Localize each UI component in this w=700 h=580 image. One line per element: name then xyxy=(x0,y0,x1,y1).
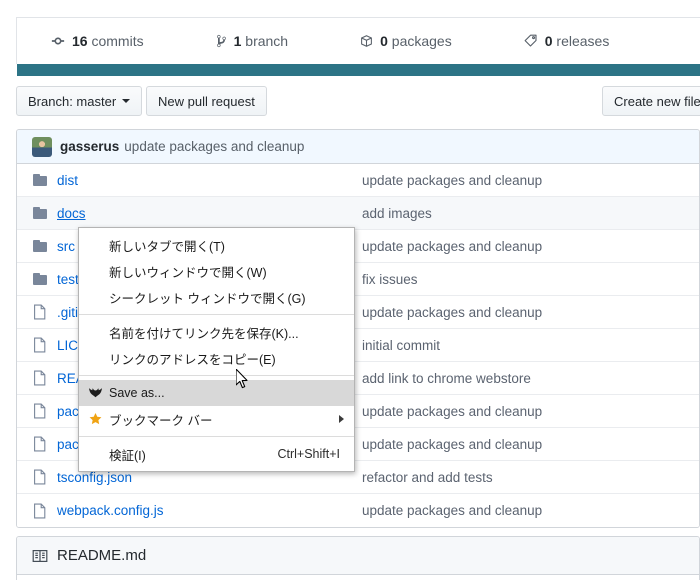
menu-item-label: シークレット ウィンドウで開く(G) xyxy=(109,291,306,306)
book-icon xyxy=(32,548,48,564)
latest-commit-author[interactable]: gasserus xyxy=(60,139,119,154)
commit-message-cell[interactable]: update packages and cleanup xyxy=(362,404,542,419)
file-link[interactable]: docs xyxy=(57,206,86,221)
chevron-down-icon xyxy=(122,99,131,103)
menu-item-label: 新しいタブで開く(T) xyxy=(109,239,225,254)
commit-message-cell[interactable]: update packages and cleanup xyxy=(362,173,542,188)
menu-item-copy-link-address[interactable]: リンクのアドレスをコピー(E) xyxy=(79,345,354,371)
commit-message-cell[interactable]: refactor and add tests xyxy=(362,470,493,485)
file-link[interactable]: webpack.config.js xyxy=(57,503,164,518)
commit-message-cell[interactable]: update packages and cleanup xyxy=(362,437,542,452)
repo-stats-bar: 16 commits 1 branch 0 packages 0 release… xyxy=(16,17,700,64)
menu-item-label: 新しいウィンドウで開く(W) xyxy=(109,265,267,280)
repo-toolbar: Branch: master New pull request Create n… xyxy=(16,86,700,116)
table-row[interactable]: docs add images xyxy=(17,197,699,230)
commit-message-cell[interactable]: update packages and cleanup xyxy=(362,239,542,254)
menu-item-shortcut: Ctrl+Shift+I xyxy=(277,447,340,461)
file-name-cell: webpack.config.js xyxy=(17,503,362,519)
file-link[interactable]: dist xyxy=(57,173,78,188)
commit-message-cell[interactable]: update packages and cleanup xyxy=(362,503,542,518)
menu-item-bookmark-bar[interactable]: ブックマーク バー xyxy=(79,406,354,432)
menu-item-save-as[interactable]: Save as... xyxy=(79,380,354,406)
package-icon xyxy=(360,34,373,48)
file-name-cell: dist xyxy=(17,172,362,188)
file-icon xyxy=(32,436,48,452)
menu-separator xyxy=(79,436,354,437)
file-name-cell: docs xyxy=(17,205,362,221)
browser-context-menu[interactable]: 新しいタブで開く(T) 新しいウィンドウで開く(W) シークレット ウィンドウで開く… xyxy=(78,227,355,472)
stat-packages-label: packages xyxy=(391,33,452,49)
menu-separator xyxy=(79,314,354,315)
new-pull-request-button[interactable]: New pull request xyxy=(146,86,267,116)
menu-item-label: ブックマーク バー xyxy=(109,413,213,428)
file-icon xyxy=(32,403,48,419)
menu-item-inspect[interactable]: 検証(I) Ctrl+Shift+I xyxy=(79,441,354,467)
readme-panel: README.md xyxy=(16,536,700,580)
menu-item-label: リンクのアドレスをコピー(E) xyxy=(109,352,276,367)
file-link[interactable]: src xyxy=(57,239,75,254)
branch-icon xyxy=(216,34,227,48)
stat-releases-count: 0 xyxy=(544,33,553,49)
file-icon xyxy=(32,503,48,519)
commit-message-cell[interactable]: fix issues xyxy=(362,272,418,287)
table-row[interactable]: dist update packages and cleanup xyxy=(17,164,699,197)
stat-commits[interactable]: 16 commits xyxy=(51,34,144,48)
commit-message-cell[interactable]: add link to chrome webstore xyxy=(362,371,531,386)
folder-icon xyxy=(32,172,48,188)
bat-extension-icon xyxy=(81,383,109,403)
folder-icon xyxy=(32,271,48,287)
folder-icon xyxy=(32,238,48,254)
folder-icon xyxy=(32,205,48,221)
commit-message-cell[interactable]: update packages and cleanup xyxy=(362,305,542,320)
language-color-band xyxy=(17,64,700,76)
menu-item-label: 検証(I) xyxy=(109,448,146,463)
latest-commit-row: gasserus update packages and cleanup xyxy=(17,130,699,164)
commit-message-cell[interactable]: initial commit xyxy=(362,338,440,353)
latest-commit-message[interactable]: update packages and cleanup xyxy=(124,139,304,154)
readme-header: README.md xyxy=(17,537,699,575)
tag-icon xyxy=(524,34,538,48)
file-link[interactable]: test xyxy=(57,272,79,287)
stat-commits-label: commits xyxy=(91,33,144,49)
github-repo-page: 16 commits 1 branch 0 packages 0 release… xyxy=(0,0,700,580)
file-icon xyxy=(32,370,48,386)
menu-item-label: 名前を付けてリンク先を保存(K)... xyxy=(109,326,299,341)
menu-separator xyxy=(79,375,354,376)
branch-selector-label: Branch: master xyxy=(28,93,117,109)
star-icon xyxy=(81,409,109,429)
file-icon xyxy=(32,304,48,320)
create-new-file-button[interactable]: Create new file xyxy=(602,86,700,116)
commit-icon xyxy=(51,34,65,48)
readme-title: README.md xyxy=(57,547,147,564)
stat-packages[interactable]: 0 packages xyxy=(360,34,452,48)
menu-item-open-new-tab[interactable]: 新しいタブで開く(T) xyxy=(79,232,354,258)
avatar xyxy=(32,136,52,157)
menu-item-open-new-window[interactable]: 新しいウィンドウで開く(W) xyxy=(79,258,354,284)
file-icon xyxy=(32,337,48,353)
menu-item-label: Save as... xyxy=(109,386,165,400)
stat-releases-label: releases xyxy=(556,33,610,49)
branch-selector-button[interactable]: Branch: master xyxy=(16,86,143,116)
submenu-arrow-icon xyxy=(339,415,344,423)
menu-item-open-incognito[interactable]: シークレット ウィンドウで開く(G) xyxy=(79,284,354,310)
commit-message-cell[interactable]: add images xyxy=(362,206,432,221)
file-icon xyxy=(32,469,48,485)
stat-releases[interactable]: 0 releases xyxy=(524,33,610,49)
table-row[interactable]: webpack.config.js update packages and cle… xyxy=(17,494,699,527)
menu-item-save-link-as[interactable]: 名前を付けてリンク先を保存(K)... xyxy=(79,319,354,345)
stat-branch-count: 1 xyxy=(233,33,242,49)
stat-branch[interactable]: 1 branch xyxy=(216,33,289,49)
stat-packages-count: 0 xyxy=(380,33,388,49)
stat-commits-count: 16 xyxy=(72,33,88,49)
stat-branch-label: branch xyxy=(245,33,289,49)
